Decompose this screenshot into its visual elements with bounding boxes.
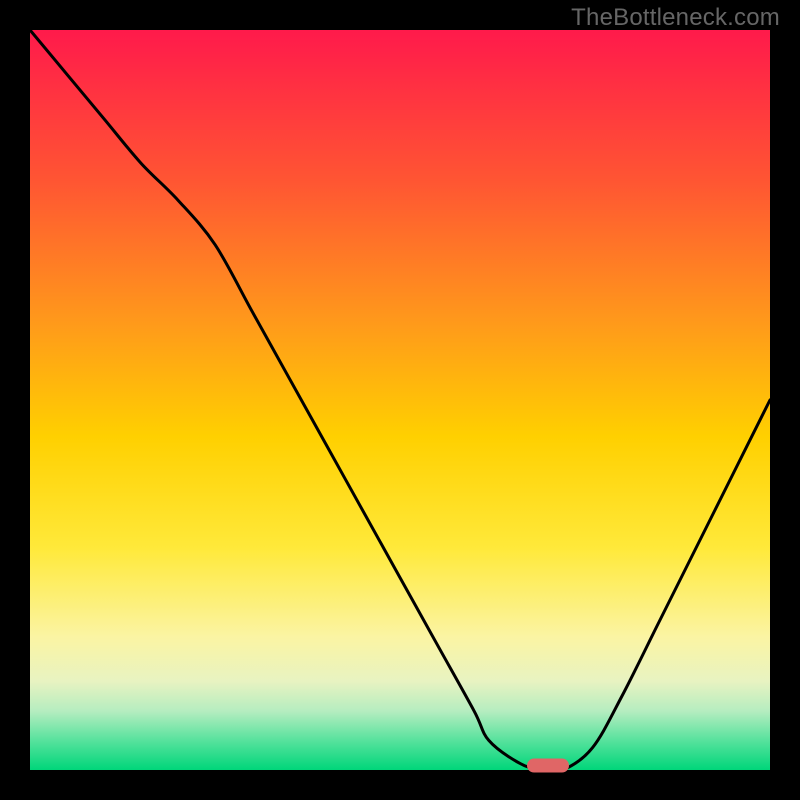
chart-frame: TheBottleneck.com xyxy=(0,0,800,800)
optimal-marker xyxy=(527,759,569,773)
plot-background xyxy=(30,30,770,770)
chart-svg xyxy=(0,0,800,800)
